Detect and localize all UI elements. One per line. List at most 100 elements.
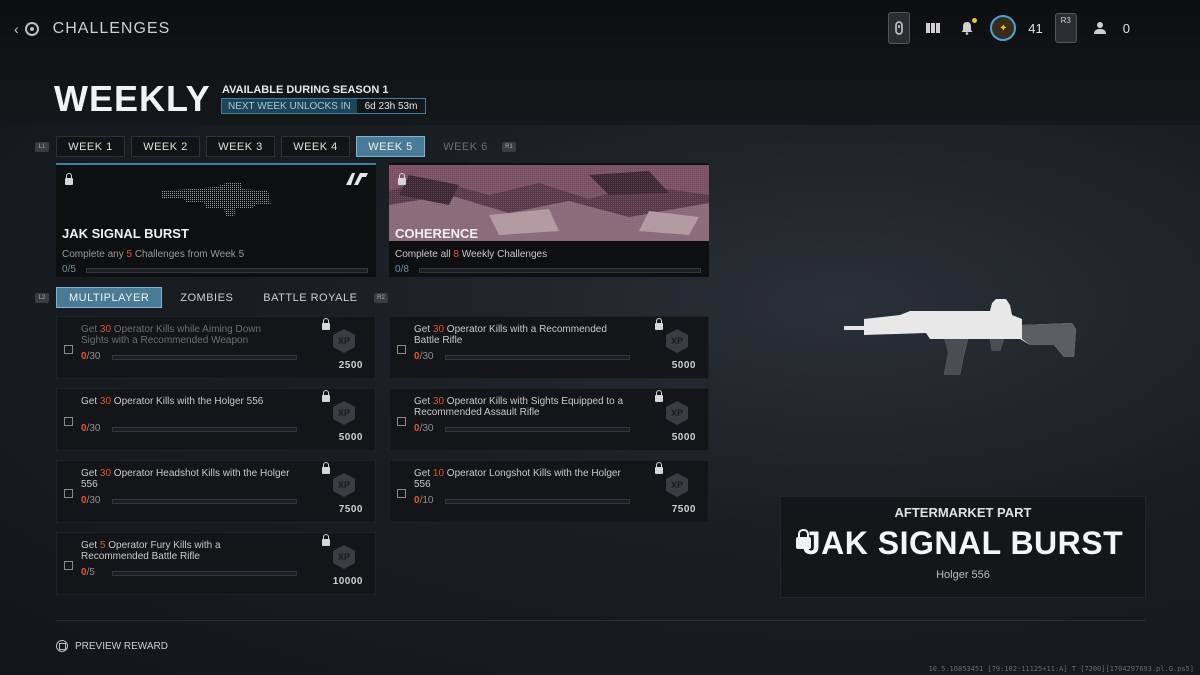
notification-dot: [972, 18, 978, 23]
preview-reward-button[interactable]: PREVIEW REWARD: [56, 640, 168, 652]
challenge-checkbox[interactable]: [397, 489, 406, 498]
tab-week-2[interactable]: WEEK 2: [131, 136, 200, 157]
challenge-description: Get 30 Operator Kills while Aiming Down …: [81, 324, 262, 346]
tab-multiplayer[interactable]: MULTIPLAYER: [56, 287, 163, 308]
unlock-label: NEXT WEEK UNLOCKS IN: [222, 99, 357, 113]
unlock-time: 6d 23h 53m: [364, 100, 418, 112]
xp-icon: XP: [333, 329, 355, 353]
r3-button-hint[interactable]: R3: [1054, 13, 1077, 43]
tab-week-5[interactable]: WEEK 5: [356, 136, 425, 157]
tab-week-1[interactable]: WEEK 1: [56, 136, 125, 157]
back-label: CHALLENGES: [52, 20, 171, 37]
grid-menu-icon[interactable]: [922, 12, 944, 44]
challenge-progress-bar: [445, 427, 630, 432]
challenge-progress-bar: [112, 499, 297, 504]
preview-reward-label: PREVIEW REWARD: [75, 640, 168, 652]
reward-description: Complete all 8 Weekly Challenges: [395, 249, 548, 260]
tab-week-3[interactable]: WEEK 3: [206, 136, 275, 157]
xp-reward: 7500: [671, 504, 696, 515]
notifications-icon[interactable]: [956, 12, 978, 44]
challenge-checkbox[interactable]: [64, 345, 73, 354]
reward-name: JAK SIGNAL BURST: [802, 525, 1124, 561]
top-icons: ✦ 41 R3 0: [888, 12, 1130, 44]
challenge-card[interactable]: Get 30 Operator Headshot Kills with the …: [56, 460, 376, 523]
rank-badge-icon[interactable]: ✦: [990, 15, 1017, 41]
challenge-description: Get 10 Operator Longshot Kills with the …: [414, 468, 621, 490]
challenge-description: Get 30 Operator Kills with a Recommended…: [414, 324, 607, 346]
challenge-checkbox[interactable]: [397, 417, 406, 426]
xp-reward: 2500: [338, 360, 363, 371]
reward-progress-bar: [419, 268, 701, 273]
availability-text: AVAILABLE DURING SEASON 1: [222, 84, 389, 96]
build-string: 10.5.16853451 [79:102:11125+11:A] T [720…: [928, 665, 1194, 673]
lock-icon: [322, 534, 330, 546]
reward-category: AFTERMARKET PART: [894, 505, 1032, 520]
reward-weapon: Holger 556: [936, 569, 990, 581]
week-tabs: WEEK 1 WEEK 2 WEEK 3 WEEK 4 WEEK 5 WEEK …: [56, 136, 500, 157]
challenge-description: Get 30 Operator Kills with Sights Equipp…: [414, 396, 624, 418]
party-icon[interactable]: [1089, 12, 1111, 44]
mode-tabs: MULTIPLAYER ZOMBIES BATTLE ROYALE: [56, 287, 369, 308]
reward-title: JAK SIGNAL BURST: [62, 226, 189, 241]
challenge-checkbox[interactable]: [64, 561, 73, 570]
reward-description: Complete any 5 Challenges from Week 5: [62, 249, 245, 260]
challenge-card[interactable]: Get 30 Operator Kills while Aiming Down …: [56, 316, 376, 379]
lock-icon: [655, 462, 663, 474]
challenge-description: Get 5 Operator Fury Kills with a Recomme…: [81, 540, 221, 562]
challenge-progress-count: 0/30: [81, 351, 101, 362]
l2-hint: L2: [35, 293, 49, 303]
reward-progress-bar: [86, 268, 368, 273]
xp-icon: XP: [666, 401, 688, 425]
challenge-checkbox[interactable]: [64, 489, 73, 498]
challenge-card[interactable]: Get 30 Operator Kills with a Recommended…: [389, 316, 709, 379]
reward-title: COHERENCE: [395, 226, 479, 241]
controller-icon[interactable]: [888, 12, 911, 44]
lock-icon: [655, 318, 663, 330]
challenge-card[interactable]: Get 30 Operator Kills with Sights Equipp…: [389, 388, 709, 451]
challenge-progress-count: 0/30: [414, 351, 434, 362]
xp-icon: XP: [666, 473, 688, 497]
lock-icon: [322, 390, 330, 402]
reward-detail-panel: AFTERMARKET PART JAK SIGNAL BURST Holger…: [780, 496, 1146, 598]
reward-card-jak-signal-burst[interactable]: JAK SIGNAL BURST Complete any 5 Challeng…: [56, 163, 376, 277]
l1-hint: L1: [35, 142, 49, 152]
challenge-progress-bar: [445, 499, 630, 504]
weapon-preview-image: [844, 299, 1076, 375]
tab-zombies[interactable]: ZOMBIES: [168, 287, 245, 308]
jak-brand-icon: [346, 173, 368, 185]
challenge-checkbox[interactable]: [397, 345, 406, 354]
lock-icon: [655, 390, 663, 402]
page-title: WEEKLY: [54, 78, 211, 119]
challenge-progress-bar: [112, 355, 297, 360]
challenge-card[interactable]: Get 5 Operator Fury Kills with a Recomme…: [56, 532, 376, 595]
challenge-card[interactable]: Get 30 Operator Kills with the Holger 55…: [56, 388, 376, 451]
xp-icon: XP: [333, 473, 355, 497]
circle-button-icon: [24, 22, 39, 36]
xp-reward: 5000: [338, 432, 363, 443]
square-button-icon: [56, 640, 68, 652]
challenge-progress-count: 0/30: [414, 423, 434, 434]
xp-reward: 5000: [671, 360, 696, 371]
challenge-checkbox[interactable]: [64, 417, 73, 426]
challenge-progress-count: 0/10: [414, 495, 434, 506]
xp-reward: 7500: [338, 504, 363, 515]
party-count: 0: [1122, 20, 1130, 36]
tab-week-6[interactable]: WEEK 6: [431, 136, 500, 157]
challenge-progress-bar: [112, 571, 297, 576]
lock-icon: [322, 318, 330, 330]
reward-card-coherence[interactable]: COHERENCE Complete all 8 Weekly Challeng…: [389, 163, 709, 277]
xp-icon: XP: [666, 329, 688, 353]
r1-hint: R1: [502, 142, 516, 152]
challenge-card[interactable]: Get 10 Operator Longshot Kills with the …: [389, 460, 709, 523]
challenge-progress-bar: [445, 355, 630, 360]
xp-icon: XP: [333, 545, 355, 569]
reward-progress-count: 0/5: [62, 264, 76, 275]
back-button[interactable]: ‹ CHALLENGES: [14, 20, 170, 38]
lock-icon: [398, 173, 406, 185]
tab-week-4[interactable]: WEEK 4: [281, 136, 350, 157]
xp-icon: XP: [333, 401, 355, 425]
tab-battle-royale[interactable]: BATTLE ROYALE: [251, 287, 369, 308]
xp-reward: 10000: [332, 576, 363, 587]
challenge-description: Get 30 Operator Kills with the Holger 55…: [81, 396, 264, 407]
lock-icon: [322, 462, 330, 474]
